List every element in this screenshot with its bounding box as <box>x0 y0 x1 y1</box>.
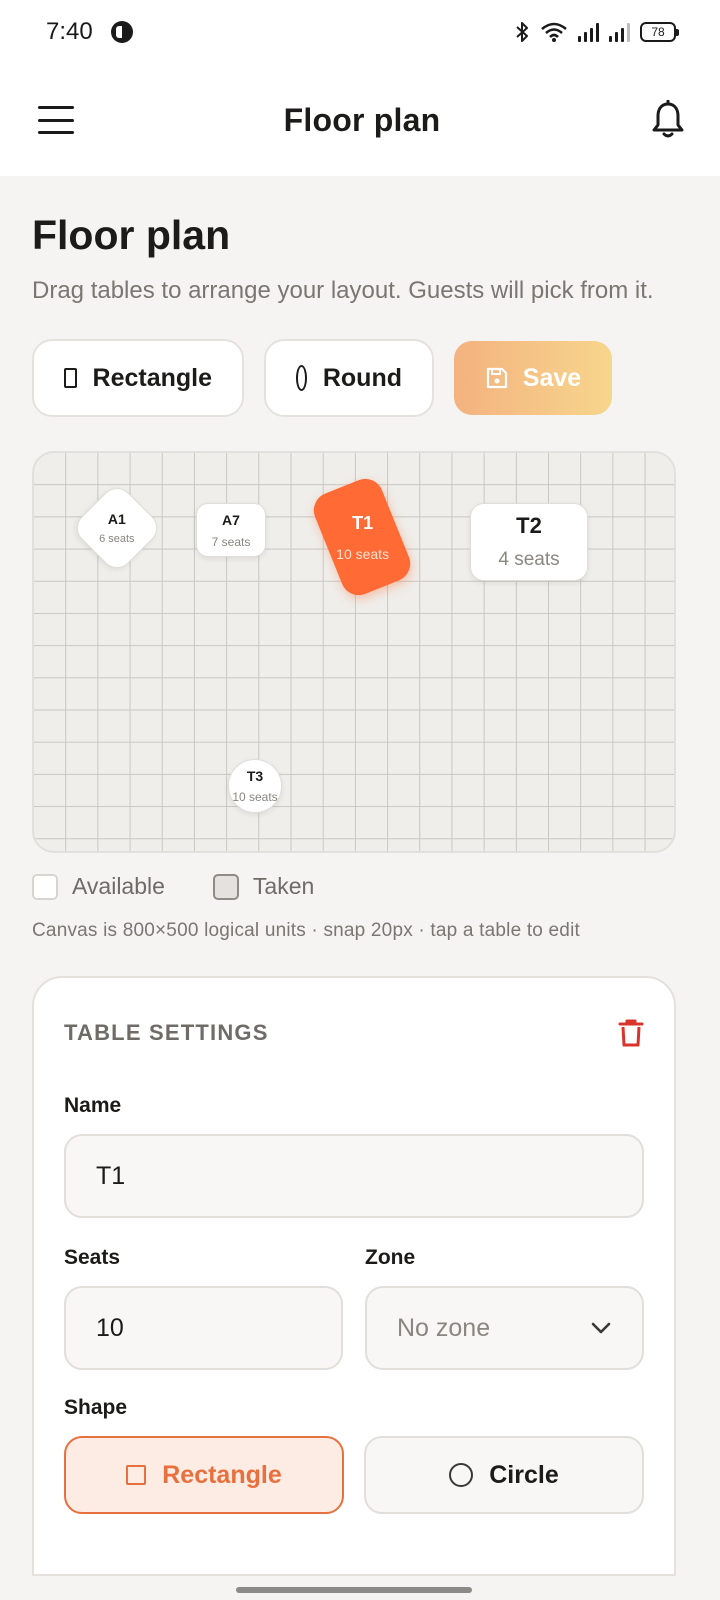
signal-icon-1 <box>578 22 599 42</box>
seats-value: 10 <box>96 1313 124 1342</box>
zone-label: Zone <box>365 1246 416 1269</box>
table-t1-selected[interactable]: T1 10 seats <box>308 473 416 601</box>
add-round-button[interactable]: Round <box>264 339 434 417</box>
save-label: Save <box>522 363 582 392</box>
status-left: 7:40 <box>46 18 133 46</box>
page-title: Floor plan <box>32 212 231 258</box>
name-label: Name <box>64 1094 122 1117</box>
trash-icon[interactable] <box>618 1018 644 1048</box>
toolbar: Rectangle Round Save <box>32 339 688 417</box>
add-round-label: Round <box>322 363 402 392</box>
table-name: T3 <box>246 768 264 784</box>
legend-available: Available <box>72 873 165 899</box>
table-a7[interactable]: A7 7 seats <box>196 503 266 557</box>
taken-swatch <box>212 873 239 900</box>
table-a1[interactable]: A1 6 seats <box>70 481 164 575</box>
zone-column: Zone No zone <box>365 1246 644 1370</box>
card-header: TABLE SETTINGS <box>64 1018 644 1048</box>
seats-column: Seats 10 <box>64 1246 343 1370</box>
page-description: Drag tables to arrange your layout. Gues… <box>32 277 654 304</box>
available-swatch <box>32 873 58 900</box>
shape-options: Rectangle Circle <box>64 1436 644 1514</box>
shape-rectangle-option[interactable]: Rectangle <box>64 1436 344 1514</box>
home-indicator[interactable] <box>236 1587 472 1593</box>
battery-icon: 78 <box>640 22 679 42</box>
save-button[interactable]: Save <box>454 341 612 415</box>
seats-zone-row: Seats 10 Zone No zone <box>64 1246 644 1370</box>
table-t3[interactable]: T3 10 seats <box>228 759 282 813</box>
table-seats: 10 seats <box>232 790 278 804</box>
table-seats: 10 seats <box>335 545 389 562</box>
table-name: T2 <box>516 513 542 538</box>
shape-rectangle-label: Rectangle <box>162 1460 282 1489</box>
app-bar: Floor plan <box>0 64 720 176</box>
shape-label: Shape <box>64 1396 128 1419</box>
canvas-hint: Canvas is 800×500 logical units · snap 2… <box>32 920 580 941</box>
main-content: Floor plan Drag tables to arrange your l… <box>32 176 688 1576</box>
name-input[interactable]: T1 <box>64 1134 644 1218</box>
table-seats: 6 seats <box>99 533 135 545</box>
menu-icon[interactable] <box>38 106 74 134</box>
floor-plan-canvas[interactable]: A1 6 seats A7 7 seats T1 10 seats T2 4 s… <box>32 451 676 853</box>
table-name: A7 <box>222 511 240 528</box>
status-bar: 7:40 78 <box>0 0 720 64</box>
circle-icon <box>449 1463 474 1487</box>
square-icon <box>126 1465 147 1485</box>
add-rectangle-button[interactable]: Rectangle <box>32 339 244 417</box>
legend-taken: Taken <box>252 873 315 899</box>
zone-select[interactable]: No zone <box>365 1286 644 1370</box>
bluetooth-icon <box>516 22 528 42</box>
table-seats: 4 seats <box>498 549 560 570</box>
shape-circle-label: Circle <box>489 1460 559 1489</box>
name-value: T1 <box>96 1161 126 1190</box>
table-name: A1 <box>108 511 126 527</box>
battery-level: 78 <box>651 25 665 39</box>
app-bar-title: Floor plan <box>283 101 441 138</box>
wifi-icon <box>541 22 567 42</box>
seats-label: Seats <box>64 1246 121 1269</box>
table-seats: 7 seats <box>211 534 251 549</box>
floppy-disk-icon <box>486 367 507 389</box>
legend: Available Taken <box>32 873 688 900</box>
table-settings-card: TABLE SETTINGS Name T1 Seats 10 Zone No … <box>32 976 676 1576</box>
status-time: 7:40 <box>46 18 93 45</box>
bell-icon[interactable] <box>650 100 686 140</box>
signal-icon-2 <box>609 22 630 42</box>
status-right: 78 <box>514 21 679 43</box>
square-icon <box>64 368 77 388</box>
add-rectangle-label: Rectangle <box>92 363 212 392</box>
zone-value: No zone <box>397 1313 491 1342</box>
card-title: TABLE SETTINGS <box>64 1020 269 1045</box>
chevron-down-icon <box>591 1322 611 1334</box>
shape-circle-option[interactable]: Circle <box>364 1436 644 1514</box>
circle-icon <box>296 365 307 391</box>
table-t2[interactable]: T2 4 seats <box>470 503 588 581</box>
app-notification-icon <box>110 21 133 43</box>
table-name: T1 <box>351 512 373 533</box>
seats-input[interactable]: 10 <box>64 1286 343 1370</box>
